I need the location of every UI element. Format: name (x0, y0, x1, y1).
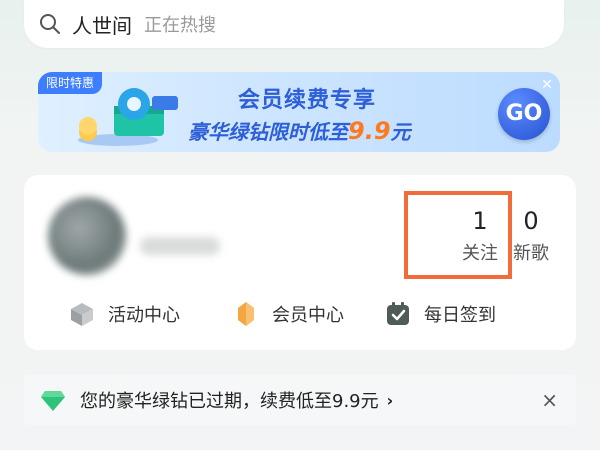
new-songs-label: 新歌 (513, 243, 549, 264)
stat-new-songs[interactable]: 0 新歌 (510, 207, 552, 265)
profile-card: 1 关注 0 新歌 活动中心 会员中心 每日签到 (24, 175, 576, 350)
vip-expired-notice[interactable]: 您的豪华绿钻已过期，续费低至9.9元 › × (24, 375, 576, 425)
go-button[interactable]: GO (498, 88, 550, 140)
banner-subtitle-prefix: 豪华绿钻限时低至 (188, 120, 348, 144)
vip-shield-icon (238, 302, 254, 326)
shortcut-daily-checkin[interactable]: 每日签到 (384, 300, 496, 328)
cube-icon (71, 303, 93, 326)
close-icon[interactable]: × (541, 388, 558, 412)
calendar-check-icon (387, 302, 409, 325)
vip-renewal-banner[interactable]: 限时特惠 会员续费专享 豪华绿钻限时低至9.9元 GO ✕ (38, 72, 560, 152)
shortcut-vip-center[interactable]: 会员中心 (232, 300, 344, 328)
chevron-right-icon: › (386, 390, 394, 410)
search-bar[interactable]: 人世间 正在热搜 (24, 0, 564, 48)
shortcut-label: 会员中心 (272, 305, 344, 326)
new-songs-count: 0 (523, 207, 539, 235)
shortcut-row: 活动中心 会员中心 每日签到 (68, 297, 568, 331)
search-hot-term: 人世间 (72, 13, 132, 38)
notice-message: 您的豪华绿钻已过期，续费低至9.9元 (80, 391, 379, 412)
banner-subtitle: 豪华绿钻限时低至9.9元 (188, 116, 411, 145)
shortcut-label: 每日签到 (424, 305, 496, 326)
banner-title: 会员续费专享 (238, 88, 377, 113)
banner-subtitle-suffix: 元 (390, 120, 411, 144)
green-diamond-icon (41, 391, 65, 411)
shortcut-activity-center[interactable]: 活动中心 (68, 300, 180, 328)
username-blurred[interactable] (140, 237, 220, 255)
banner-price: 9.9 (348, 117, 391, 145)
search-icon (40, 14, 60, 34)
shortcut-label: 活动中心 (108, 305, 180, 326)
search-hint: 正在热搜 (144, 15, 216, 36)
vip-gift-illustration (78, 88, 178, 146)
close-icon[interactable]: ✕ (538, 76, 556, 94)
highlight-box (404, 191, 512, 279)
avatar[interactable] (48, 197, 126, 275)
